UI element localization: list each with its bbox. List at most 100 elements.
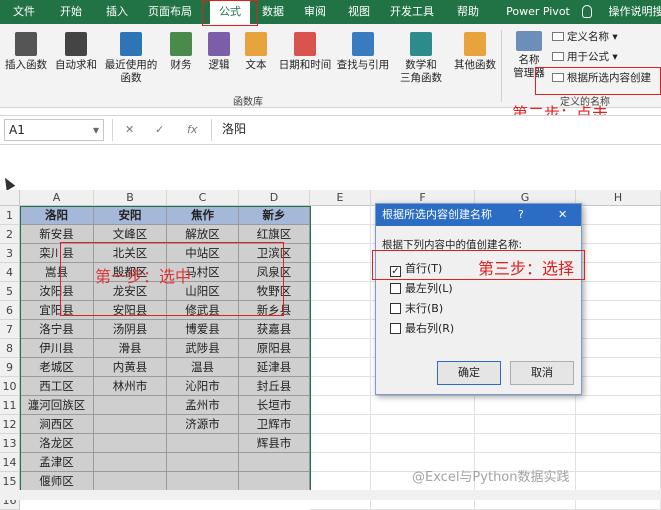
tab-3[interactable]: 页面布局	[148, 0, 192, 24]
column-header[interactable]: A	[20, 190, 94, 206]
ribbon-button-6[interactable]: 日期和时间	[278, 32, 332, 72]
column-header[interactable]: D	[239, 190, 310, 206]
empty-cell[interactable]	[576, 206, 661, 225]
empty-cell[interactable]	[475, 434, 576, 453]
row-header[interactable]: 4	[0, 263, 20, 282]
select-all-corner[interactable]	[0, 190, 20, 206]
insert-function-icon[interactable]: fx	[187, 119, 197, 141]
ribbon-button-1[interactable]: 自动求和	[55, 32, 97, 72]
name-manager-icon	[516, 31, 542, 51]
empty-cell[interactable]	[576, 263, 661, 282]
row-header[interactable]: 13	[0, 434, 20, 453]
empty-cell[interactable]	[576, 472, 661, 491]
empty-cell[interactable]	[576, 282, 661, 301]
tab-6[interactable]: 审阅	[302, 0, 328, 24]
empty-cell[interactable]	[310, 358, 371, 377]
ribbon-button-9[interactable]: 其他函数	[450, 32, 500, 72]
help-icon[interactable]: ?	[518, 204, 524, 226]
empty-cell[interactable]	[310, 434, 371, 453]
empty-cell[interactable]	[310, 415, 371, 434]
empty-cell[interactable]	[475, 396, 576, 415]
sigma-icon	[65, 32, 87, 56]
formula-bar-value[interactable]: 洛阳	[222, 120, 246, 137]
empty-cell[interactable]	[310, 282, 371, 301]
ribbon-button-7[interactable]: 查找与引用	[333, 32, 393, 72]
name-box[interactable]: A1 ▾	[4, 119, 104, 141]
empty-cell[interactable]	[310, 301, 371, 320]
tab-7[interactable]: 视图	[346, 0, 372, 24]
empty-cell[interactable]	[576, 415, 661, 434]
ribbon-button-4[interactable]: 逻辑	[203, 32, 235, 72]
column-header[interactable]: B	[94, 190, 167, 206]
row-header[interactable]: 2	[0, 225, 20, 244]
define-name-button[interactable]: 定义名称 ▾	[552, 30, 618, 44]
empty-cell[interactable]	[371, 434, 475, 453]
row-header[interactable]: 14	[0, 453, 20, 472]
option-checkbox-3[interactable]: 最右列(R)	[390, 322, 454, 335]
tab-8[interactable]: 开发工具	[389, 0, 435, 24]
tab-0[interactable]: 文件	[10, 0, 38, 24]
empty-cell[interactable]	[475, 415, 576, 434]
empty-cell[interactable]	[310, 472, 371, 491]
ribbon-button-0[interactable]: 插入函数	[2, 32, 50, 72]
empty-cell[interactable]	[310, 263, 371, 282]
empty-cell[interactable]	[576, 244, 661, 263]
checkbox-icon[interactable]	[390, 323, 401, 334]
empty-cell[interactable]	[310, 377, 371, 396]
row-header[interactable]: 3	[0, 244, 20, 263]
row-header[interactable]: 5	[0, 282, 20, 301]
column-header[interactable]: H	[576, 190, 661, 206]
empty-cell[interactable]	[576, 434, 661, 453]
tell-me-lightbulb-icon[interactable]	[582, 5, 592, 18]
row-header[interactable]: 15	[0, 472, 20, 491]
option-checkbox-1[interactable]: 最左列(L)	[390, 282, 453, 295]
use-in-formula-button[interactable]: 用于公式 ▾	[552, 50, 618, 64]
tab-11[interactable]: 操作说明搜	[606, 0, 661, 24]
ribbon-button-8[interactable]: 数学和 三角函数	[395, 32, 447, 85]
close-icon[interactable]: ✕	[558, 204, 567, 226]
empty-cell[interactable]	[310, 244, 371, 263]
row-header[interactable]: 9	[0, 358, 20, 377]
empty-cell[interactable]	[576, 301, 661, 320]
column-header[interactable]: C	[167, 190, 239, 206]
tab-5[interactable]: 数据	[258, 0, 288, 24]
empty-cell[interactable]	[310, 339, 371, 358]
ok-button[interactable]: 确定	[437, 361, 501, 385]
name-box-dropdown-icon[interactable]: ▾	[93, 123, 99, 137]
row-header[interactable]: 1	[0, 206, 20, 225]
row-header[interactable]: 10	[0, 377, 20, 396]
empty-cell[interactable]	[576, 225, 661, 244]
empty-cell[interactable]	[576, 339, 661, 358]
tab-9[interactable]: 帮助	[455, 0, 481, 24]
empty-cell[interactable]	[371, 415, 475, 434]
row-header[interactable]: 8	[0, 339, 20, 358]
empty-cell[interactable]	[576, 320, 661, 339]
tab-1[interactable]: 开始	[57, 0, 85, 24]
ribbon-button-2[interactable]: 最近使用的 函数	[100, 32, 162, 85]
empty-cell[interactable]	[310, 320, 371, 339]
confirm-entry-icon[interactable]: ✓	[155, 119, 164, 141]
empty-cell[interactable]	[576, 358, 661, 377]
row-header[interactable]: 7	[0, 320, 20, 339]
tab-10[interactable]: Power Pivot	[500, 0, 576, 24]
ribbon-button-5[interactable]: 文本	[240, 32, 272, 72]
row-header[interactable]: 11	[0, 396, 20, 415]
empty-cell[interactable]	[310, 396, 371, 415]
checkbox-icon[interactable]	[390, 283, 401, 294]
empty-cell[interactable]	[310, 225, 371, 244]
empty-cell[interactable]	[576, 396, 661, 415]
cancel-entry-icon[interactable]: ✕	[125, 119, 134, 141]
ribbon-button-3[interactable]: 财务	[165, 32, 197, 72]
empty-cell[interactable]	[310, 206, 371, 225]
column-header[interactable]: E	[310, 190, 371, 206]
tab-2[interactable]: 插入	[102, 0, 132, 24]
empty-cell[interactable]	[576, 453, 661, 472]
row-header[interactable]: 12	[0, 415, 20, 434]
cancel-button[interactable]: 取消	[510, 361, 574, 385]
empty-cell[interactable]	[371, 396, 475, 415]
empty-cell[interactable]	[576, 377, 661, 396]
checkbox-icon[interactable]	[390, 303, 401, 314]
empty-cell[interactable]	[310, 453, 371, 472]
option-checkbox-2[interactable]: 末行(B)	[390, 302, 443, 315]
row-header[interactable]: 6	[0, 301, 20, 320]
